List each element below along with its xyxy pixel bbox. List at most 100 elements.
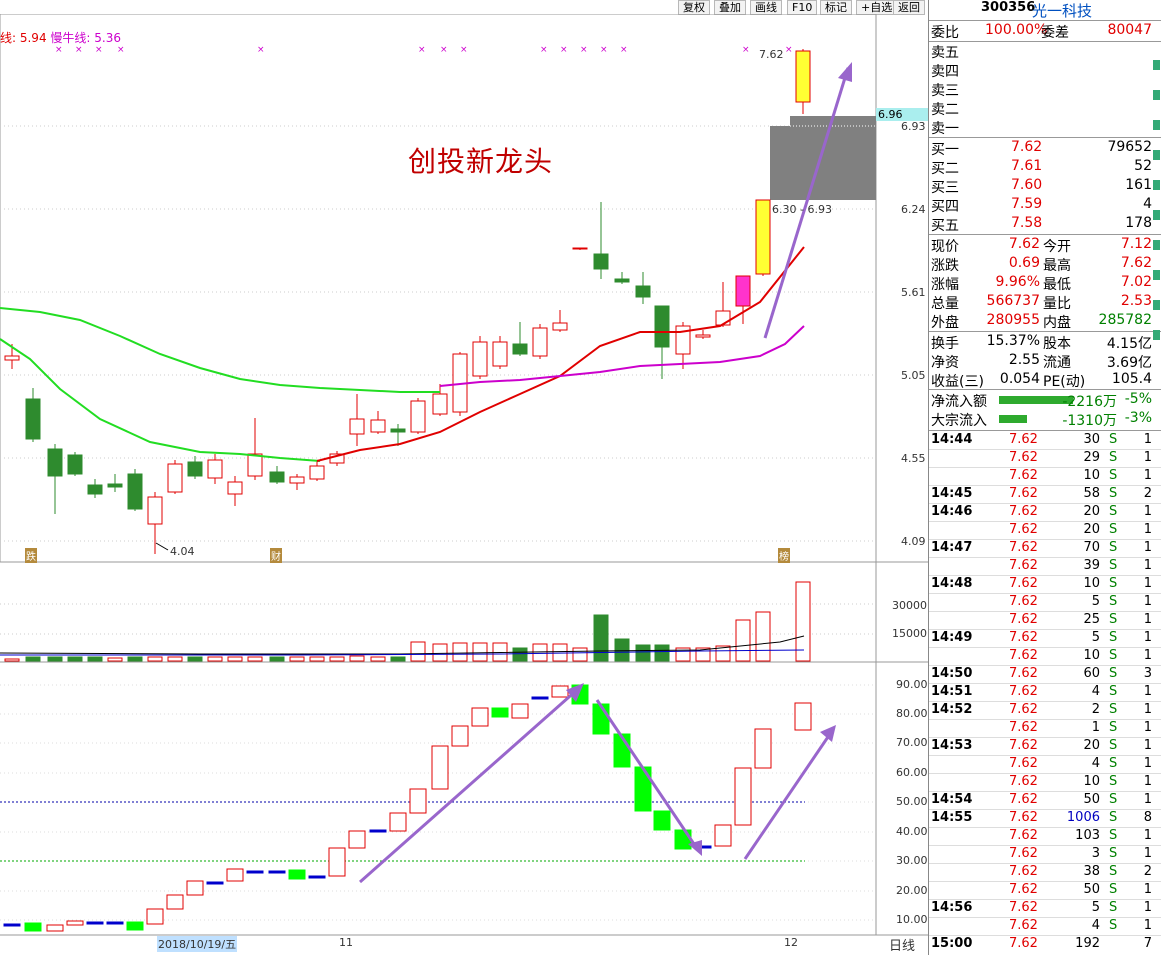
trade-side: S [1109,504,1118,519]
candlestick [87,484,103,495]
money-flow-row: 大宗流入 -1310万 -3% [929,410,1161,429]
trade-side: S [1109,666,1118,681]
candlestick [370,419,386,433]
volume-bar [25,656,41,662]
osc-bar [3,923,21,927]
trade-time: 14:46 [931,504,973,519]
period-tab[interactable]: 日线 [889,935,915,954]
candlestick [532,327,548,357]
bid-volume: 4 [1143,196,1152,212]
trade-side: S [1109,774,1118,789]
overlay-button[interactable]: 叠加 [714,0,746,15]
fundamental-row: 收益(三) 0.054 PE(动) 105.4 [929,371,1161,390]
date-tick: 12 [784,936,798,949]
signal-mark: × [560,45,568,55]
stat-value: 7.62 [1008,236,1040,252]
trade-volume: 10 [1083,576,1100,591]
trade-row: 14:47 7.62 70 S 1 [929,540,1152,558]
candlestick [552,322,568,331]
mark-button[interactable]: 标记 [820,0,852,15]
event-marker[interactable]: 财 [270,548,282,563]
osc-trend-arrow [595,699,700,851]
volume-tick: 15000 [892,627,927,640]
bid-row: 买三 7.60 161 [929,177,1161,196]
event-marker[interactable]: 跌 [25,548,37,563]
stat-label: 收益(三) [931,374,984,390]
ask-row: 卖二 [929,99,1161,118]
flow-label: 净流入额 [931,394,987,410]
trade-time: 14:52 [931,702,973,717]
ma-long-line [0,338,321,462]
bid-row: 买四 7.59 4 [929,196,1161,215]
ask-row: 卖一 [929,118,1161,137]
stat-value: 280955 [986,312,1040,328]
stat-value: 9.96% [995,274,1040,290]
trade-side: S [1109,648,1118,663]
trade-volume: 3 [1091,846,1100,861]
draw-line-button[interactable]: 画线 [750,0,782,15]
stat-label: 外盘 [931,315,959,331]
add-watchlist-button[interactable]: +自选 [856,0,898,15]
quote-panel: 300356 光一科技 委比 100.00% 委差 80047 卖五 卖四 卖三… [928,0,1161,955]
stock-name: 光一科技 [1032,2,1093,20]
trade-row: 14:56 7.62 5 S 1 [929,900,1152,918]
candlestick [795,50,811,103]
fuquan-button[interactable]: 复权 [678,0,710,15]
trade-count: 1 [1143,522,1152,537]
trade-count: 1 [1143,774,1152,789]
side-toolbar-icons [1153,60,1160,340]
f10-button[interactable]: F10 [787,0,818,15]
trade-price: 7.62 [1009,432,1038,447]
osc-bar [511,703,529,719]
volume-bar [329,656,345,662]
volume-bar [107,657,123,662]
stat-value: 7.12 [1120,236,1152,252]
trade-count: 1 [1143,540,1152,555]
bid-price: 7.58 [1011,215,1043,231]
trade-count: 1 [1143,594,1152,609]
volume-bar [452,642,468,662]
trade-side: S [1109,810,1118,825]
stat-label: 换手 [931,336,959,352]
ask-row: 卖四 [929,61,1161,80]
bid-row: 买一 7.62 79652 [929,139,1161,158]
volume-bar [4,658,20,662]
trade-time: 14:53 [931,738,973,753]
stat-label: 内盘 [1043,315,1071,331]
trade-volume: 29 [1083,450,1100,465]
candlestick [572,247,588,250]
weicha-label: 委差 [1041,25,1069,41]
money-flow-row: 净流入额 -2216万 -5% [929,391,1161,410]
trade-price: 7.62 [1009,612,1038,627]
candlestick [47,448,63,477]
osc-bar [369,829,387,833]
quote-stat-row: 现价 7.62 今开 7.12 [929,236,1161,255]
candlestick [4,355,20,361]
trade-row: 14:46 7.62 20 S 1 [929,504,1152,522]
trade-count: 7 [1143,936,1152,951]
osc-bar [86,921,104,925]
back-button[interactable]: 返回 [893,0,925,15]
kline-chart-area[interactable]: 线: 5.94 慢牛线: 5.36 创投新龙头 × × × × × × × × × × × × × × × … [0,14,928,955]
trade-row: 7.62 1 S 1 [929,720,1152,738]
trade-row: 7.62 20 S 1 [929,522,1152,540]
trade-volume: 5 [1091,900,1100,915]
trade-count: 1 [1143,630,1152,645]
trade-count: 2 [1143,486,1152,501]
trade-side: S [1109,864,1118,879]
chart-canvas[interactable]: × × × × × × × × × × × × × × × [0,14,928,955]
trade-price: 7.62 [1009,468,1038,483]
event-marker[interactable]: 榜 [778,548,790,563]
bid-volume: 52 [1134,158,1152,174]
osc-bar [409,788,427,814]
osc-tick: 20.00 [896,884,928,897]
trade-volume: 39 [1083,558,1100,573]
trade-side: S [1109,540,1118,555]
trade-row: 7.62 3 S 1 [929,846,1152,864]
trade-count: 1 [1143,504,1152,519]
trade-volume: 1006 [1066,810,1100,825]
bid-price: 7.62 [1011,139,1043,155]
trade-side: S [1109,558,1118,573]
candlestick [472,341,488,377]
volume-bar [207,656,223,662]
